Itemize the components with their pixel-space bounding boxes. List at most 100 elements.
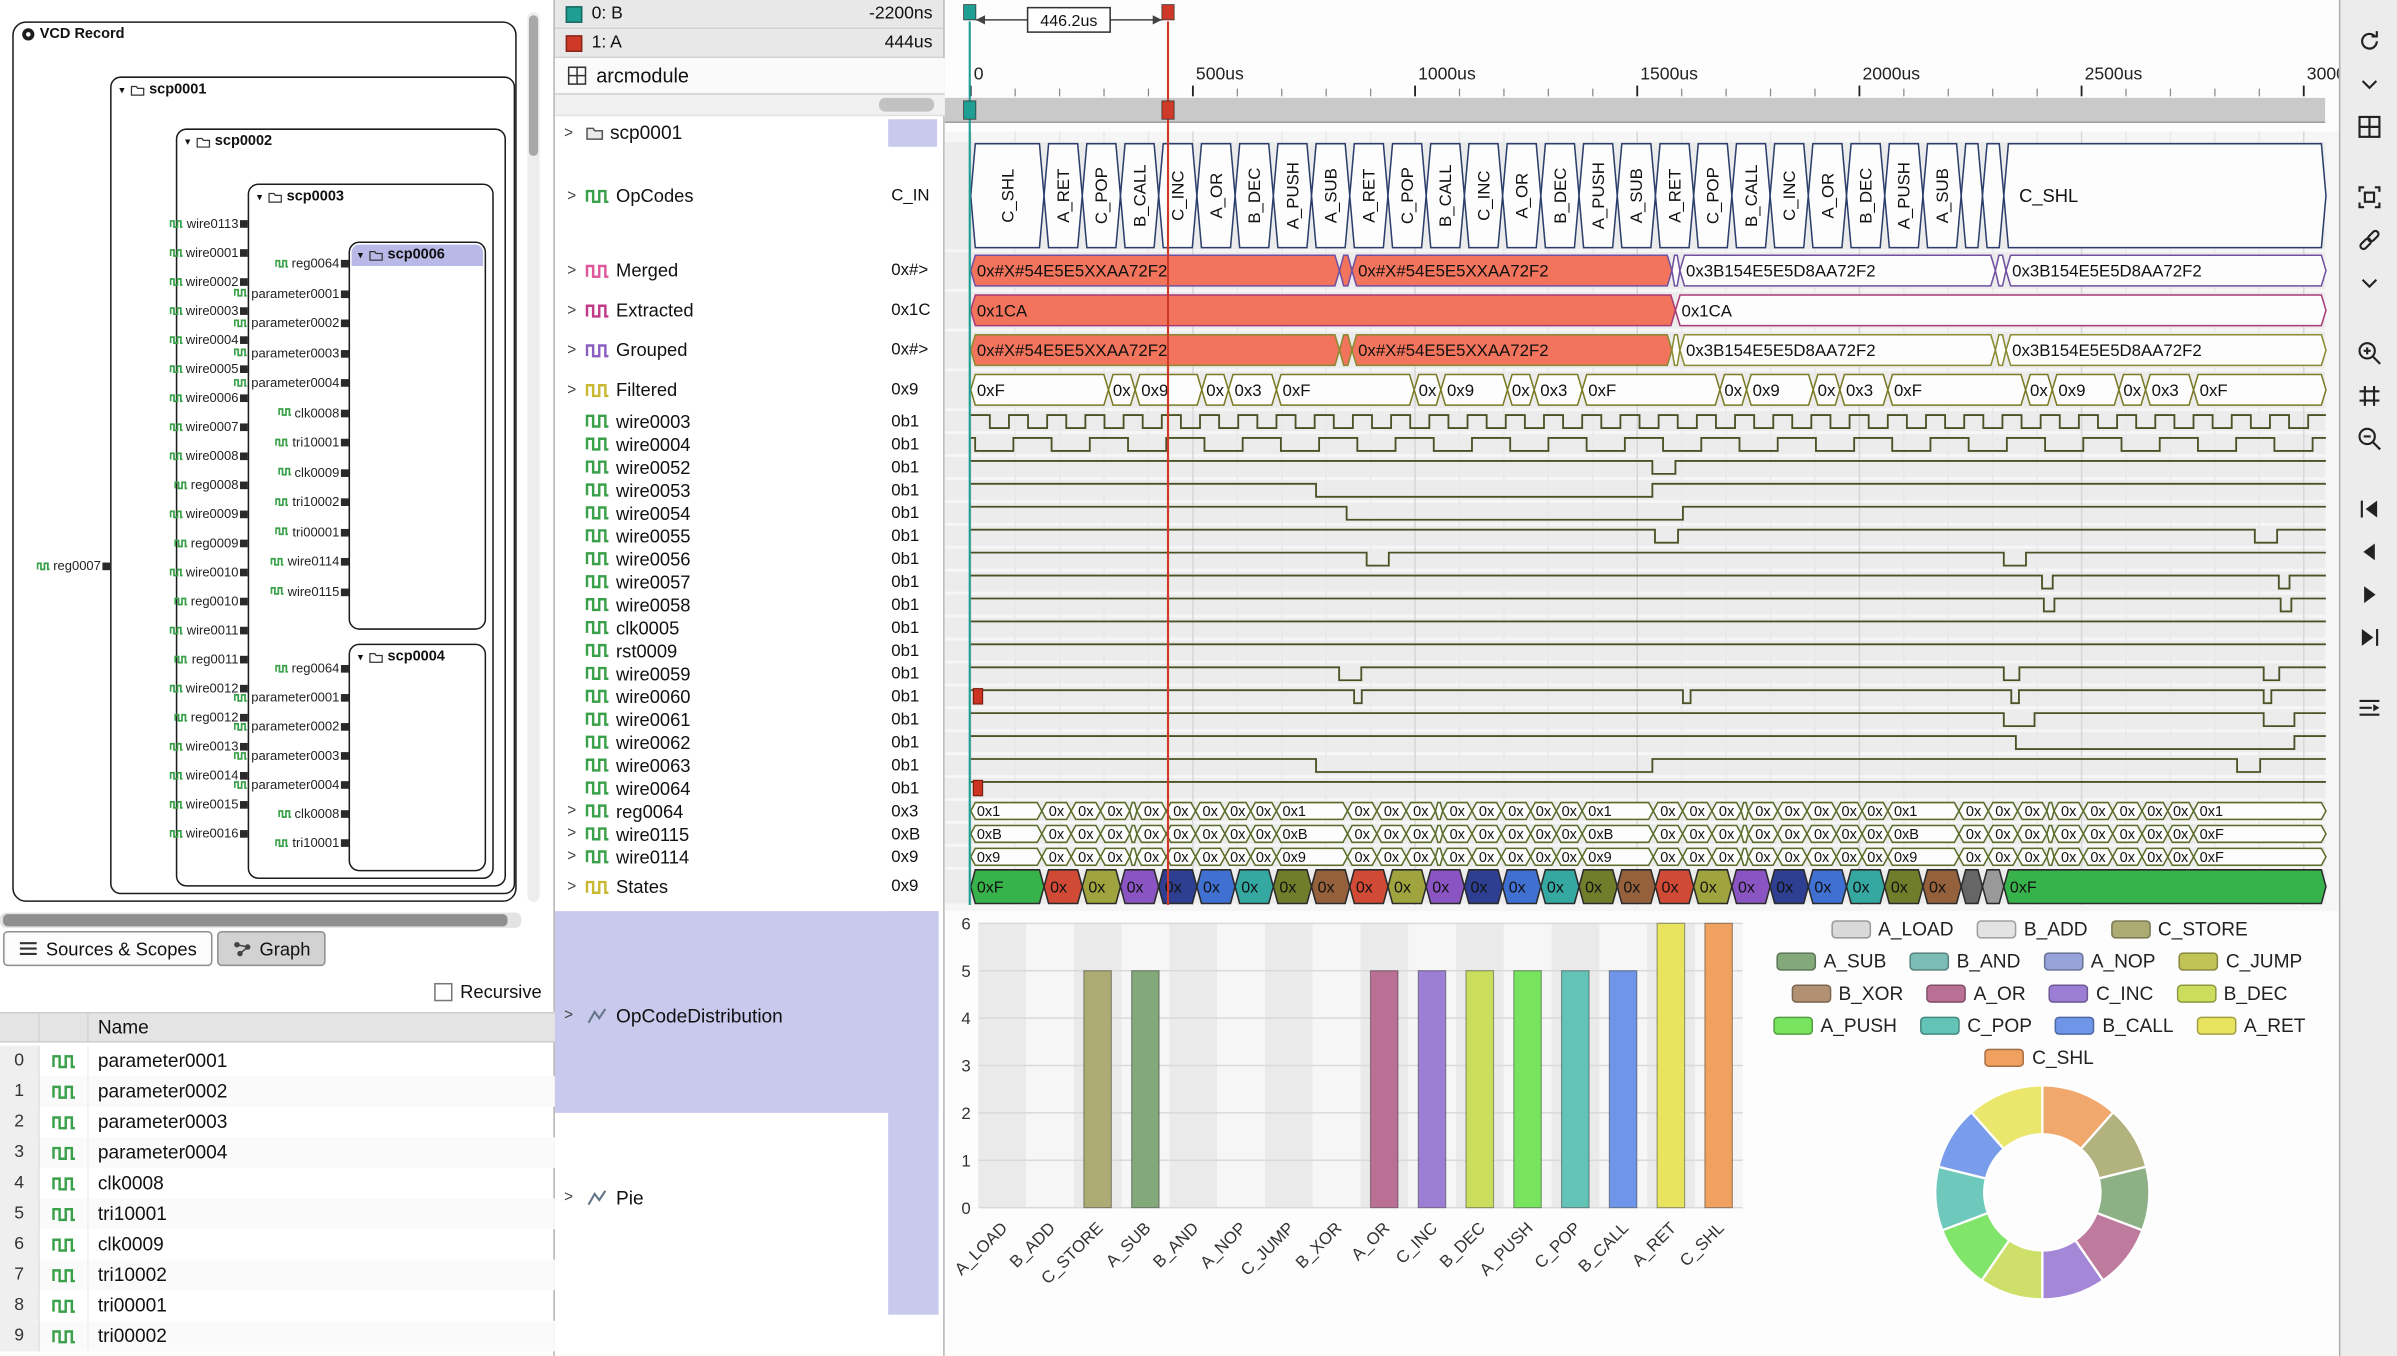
waveform-canvas[interactable]: 0500us1000us1500us2000us2500us3000usC_SH… (945, 0, 2339, 911)
diagram-signal-tri10002[interactable]: tri10002 (202, 494, 340, 509)
tree-item-wire0052[interactable]: wire0052 (555, 455, 888, 479)
link-icon[interactable]: .f{fill:#222;stroke:none;} (2347, 220, 2390, 260)
diagram-box-scp0006[interactable]: ▾scp0006 (349, 242, 487, 630)
skip-start-icon[interactable]: .f{fill:#222;stroke:none;} (2347, 489, 2390, 529)
tab-sources-scopes[interactable]: Sources & Scopes (3, 931, 212, 966)
legend-item-B_DEC[interactable]: B_DEC (2176, 983, 2287, 1004)
legend-item-C_SHL[interactable]: C_SHL (1985, 1047, 2094, 1068)
diagram-signal-parameter0003[interactable]: parameter0003 (202, 345, 340, 360)
tree-item-wire0053[interactable]: wire0053 (555, 478, 888, 502)
tree-item-wire0064[interactable]: wire0064 (555, 776, 888, 800)
diagram-signal-tri10001[interactable]: tri10001 (202, 835, 340, 850)
table-row[interactable]: 7tri10002 (0, 1260, 555, 1291)
tree-item-wire0061[interactable]: wire0061 (555, 707, 888, 731)
step-forward-icon[interactable]: .f{fill:#222;stroke:none;} (2347, 575, 2390, 615)
diagram-signal-reg0064[interactable]: reg0064 (202, 255, 340, 270)
tree-item-wire0059[interactable]: wire0059 (555, 661, 888, 685)
table-row[interactable]: 2parameter0003 (0, 1107, 555, 1138)
legend-item-A_PUSH[interactable]: A_PUSH (1773, 1015, 1897, 1036)
wave-row-Filtered[interactable]: 0xF0x0x90x0x30xF0x0x90x0x30xF0x0x90x0x30… (971, 375, 2326, 406)
diagram-signal-wire0008[interactable]: wire0008 (101, 448, 239, 463)
table-row[interactable]: 4clk0008 (0, 1168, 555, 1199)
bar-A_SUB[interactable] (1132, 971, 1160, 1208)
diagram-signal-reg0064[interactable]: reg0064 (202, 660, 340, 675)
refresh-icon[interactable]: .f{fill:#222;stroke:none;} (2347, 21, 2390, 61)
wave-row-wire0114[interactable]: 0x90x0x0x0x0x0x0x0x0x90x0x0x0x0x0x0x0x0x… (971, 848, 2326, 866)
legend-item-B_XOR[interactable]: B_XOR (1791, 983, 1903, 1004)
legend-item-C_JUMP[interactable]: C_JUMP (2178, 951, 2302, 972)
tree-item-Extracted[interactable]: >Extracted (555, 298, 888, 322)
legend-item-C_POP[interactable]: C_POP (1920, 1015, 2032, 1036)
cursor-flag-b[interactable] (964, 5, 976, 20)
chevron-down-icon[interactable]: .f{fill:#222;stroke:none;} (2347, 263, 2390, 303)
diagram-signal-parameter0002[interactable]: parameter0002 (202, 315, 340, 330)
cursor-flag-a[interactable] (1162, 5, 1174, 20)
step-back-icon[interactable]: .f{fill:#222;stroke:none;} (2347, 532, 2390, 572)
wave-row-Grouped[interactable]: 0x#X#54E5E5XXAA72F20x#X#54E5E5XXAA72F20x… (971, 335, 2326, 366)
tree-item-wire0057[interactable]: wire0057 (555, 569, 888, 593)
diagram-signal-clk0008[interactable]: clk0008 (202, 404, 340, 419)
wave-row-OpCodes[interactable]: C_SHLA_RETC_POPB_CALLC_INCA_ORB_DECA_PUS… (971, 144, 2326, 248)
tree-item-Filtered[interactable]: >Filtered (555, 378, 888, 402)
legend-item-C_INC[interactable]: C_INC (2049, 983, 2154, 1004)
legend-item-A_RET[interactable]: A_RET (2196, 1015, 2305, 1036)
tree-item-wire0004[interactable]: wire0004 (555, 432, 888, 456)
diagram-signal-wire0011[interactable]: wire0011 (101, 622, 239, 637)
diagram-vertical-scrollbar[interactable] (527, 12, 539, 902)
tree-item-wire0054[interactable]: wire0054 (555, 501, 888, 525)
wave-row-States[interactable]: 0xF0x0x0x0x0x0x0x0x0x0x0x0x0x0x0x0x0x0x0… (971, 870, 2326, 904)
diagram-signal-clk0009[interactable]: clk0009 (202, 464, 340, 479)
legend-item-A_OR[interactable]: A_OR (1926, 983, 2025, 1004)
skip-end-icon[interactable]: .f{fill:#222;stroke:none;} (2347, 618, 2390, 658)
zoom-fit-icon[interactable]: .f{fill:#222;stroke:none;} (2347, 376, 2390, 416)
table-row[interactable]: 6clk0009 (0, 1229, 555, 1260)
diagram-signal-wire0114[interactable]: wire0114 (202, 553, 340, 568)
marker-overview-band[interactable] (945, 98, 2325, 122)
bar-A_OR[interactable] (1370, 971, 1398, 1208)
bar-A_PUSH[interactable] (1514, 971, 1542, 1208)
grid-view-icon[interactable]: .f{fill:#222;stroke:none;} (2347, 107, 2390, 147)
tree-item-clk0005[interactable]: clk0005 (555, 615, 888, 639)
bar-C_STORE[interactable] (1084, 971, 1112, 1208)
scope-diagram[interactable]: VCD Record▾scp0001▾scp0002▾scp0003▾scp00… (0, 0, 526, 913)
diagram-signal-tri00001[interactable]: tri00001 (202, 524, 340, 539)
tree-item-pie[interactable]: > Pie (555, 1185, 888, 1211)
diagram-signal-parameter0004[interactable]: parameter0004 (202, 375, 340, 390)
tree-item-Grouped[interactable]: >Grouped (555, 338, 888, 362)
legend-item-A_LOAD[interactable]: A_LOAD (1831, 919, 1954, 940)
tree-item-wire0056[interactable]: wire0056 (555, 547, 888, 571)
table-row[interactable]: 9tri00002 (0, 1321, 555, 1352)
diagram-signal-wire0007[interactable]: wire0007 (101, 419, 239, 434)
name-column-header[interactable]: Name (89, 1014, 555, 1042)
diagram-signal-wire0113[interactable]: wire0113 (101, 216, 239, 231)
names-scrollbar[interactable] (555, 95, 945, 116)
fit-frame-icon[interactable]: .f{fill:#222;stroke:none;} (2347, 177, 2390, 217)
zoom-in-icon[interactable]: .f{fill:#222;stroke:none;} (2347, 333, 2390, 373)
wave-row-reg0064[interactable]: 0x10x0x0x0x0x0x0x0x0x10x0x0x0x0x0x0x0x0x… (971, 803, 2326, 821)
tree-item-wire0062[interactable]: wire0062 (555, 730, 888, 754)
tree-item-reg0064[interactable]: >reg0064 (555, 799, 888, 823)
legend-item-A_SUB[interactable]: A_SUB (1776, 951, 1886, 972)
legend-item-A_NOP[interactable]: A_NOP (2043, 951, 2155, 972)
pie-chart[interactable] (1923, 1073, 2161, 1311)
bar-C_SHL[interactable] (1705, 923, 1733, 1207)
table-row[interactable]: 5tri10001 (0, 1198, 555, 1229)
bar-C_INC[interactable] (1418, 971, 1446, 1208)
wave-row-Merged[interactable]: 0x#X#54E5E5XXAA72F20x#X#54E5E5XXAA72F20x… (971, 255, 2326, 286)
table-row[interactable]: 0parameter0001 (0, 1046, 555, 1077)
tree-item-Merged[interactable]: >Merged (555, 258, 888, 282)
diagram-signal-tri10001[interactable]: tri10001 (202, 434, 340, 449)
diagram-signal-parameter0003[interactable]: parameter0003 (202, 748, 340, 763)
bar-C_POP[interactable] (1562, 971, 1590, 1208)
tab-graph[interactable]: Graph (217, 931, 326, 966)
tree-item-wire0058[interactable]: wire0058 (555, 592, 888, 616)
cursor-row-b[interactable]: 0: B -2200ns (555, 0, 943, 29)
table-row[interactable]: 8tri00001 (0, 1290, 555, 1321)
table-row[interactable]: 3parameter0004 (0, 1137, 555, 1168)
tree-item-wire0060[interactable]: wire0060 (555, 684, 888, 708)
diagram-signal-clk0008[interactable]: clk0008 (202, 806, 340, 821)
legend-item-B_CALL[interactable]: B_CALL (2055, 1015, 2174, 1036)
tree-item-opcodedistribution[interactable]: > OpCodeDistribution (555, 1003, 888, 1029)
diagram-signal-parameter0002[interactable]: parameter0002 (202, 718, 340, 733)
wave-row-Extracted[interactable]: 0x1CA0x1CA (971, 295, 2326, 326)
